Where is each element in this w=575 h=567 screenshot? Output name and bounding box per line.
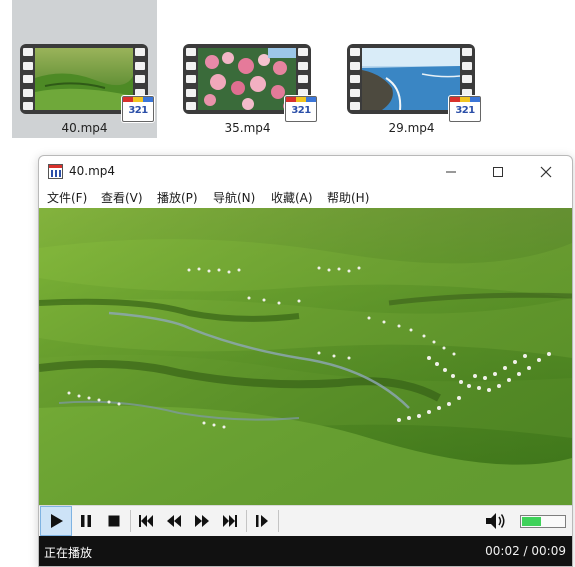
menu-favorites[interactable]: 收藏(A): [271, 189, 313, 206]
file-item-29[interactable]: 321 29.mp4: [339, 0, 484, 138]
video-thumbnail: 321: [347, 44, 481, 122]
pause-button[interactable]: [73, 507, 99, 535]
frame-step-button[interactable]: [249, 507, 275, 535]
close-icon[interactable]: [523, 156, 569, 188]
playback-status: 正在播放: [44, 546, 93, 560]
fast-forward-button[interactable]: [189, 507, 215, 535]
player-badge-icon: 321: [285, 96, 317, 122]
menu-view[interactable]: 查看(V): [101, 189, 143, 206]
player-window: 40.mp4 文件(F) 查看(V) 播放(P) 导航(N) 收藏(A) 帮助(…: [38, 155, 573, 567]
minimize-icon[interactable]: [428, 156, 474, 188]
volume-slider[interactable]: [520, 515, 566, 528]
menu-file[interactable]: 文件(F): [47, 189, 87, 206]
rewind-button[interactable]: [161, 507, 187, 535]
file-item-40[interactable]: 321 40.mp4: [12, 0, 157, 138]
status-bar: 正在播放 00:02 / 00:09: [39, 536, 572, 566]
playback-toolbar: [39, 505, 572, 537]
toolbar-divider: [246, 510, 247, 532]
video-frame[interactable]: [39, 208, 572, 505]
volume-level: [522, 517, 541, 526]
app-icon: [48, 164, 63, 179]
time-display: 00:02 / 00:09: [485, 544, 566, 558]
menu-bar: 文件(F) 查看(V) 播放(P) 导航(N) 收藏(A) 帮助(H): [39, 186, 572, 208]
menu-navigate[interactable]: 导航(N): [213, 189, 255, 206]
speaker-icon[interactable]: [485, 511, 507, 531]
menu-play[interactable]: 播放(P): [157, 189, 198, 206]
toolbar-divider: [130, 510, 131, 532]
file-item-35[interactable]: 321 35.mp4: [175, 0, 320, 138]
play-button[interactable]: [40, 506, 72, 536]
file-name: 35.mp4: [224, 121, 271, 135]
maximize-icon[interactable]: [475, 156, 521, 188]
video-thumbnail: 321: [183, 44, 317, 122]
title-bar[interactable]: 40.mp4: [39, 156, 572, 188]
menu-help[interactable]: 帮助(H): [327, 189, 369, 206]
window-title: 40.mp4: [69, 164, 116, 178]
previous-button[interactable]: [133, 507, 159, 535]
file-name: 40.mp4: [61, 121, 108, 135]
video-thumbnail: 321: [20, 44, 154, 122]
stop-button[interactable]: [101, 507, 127, 535]
file-name: 29.mp4: [388, 121, 435, 135]
toolbar-divider: [278, 510, 279, 532]
player-badge-icon: 321: [122, 96, 154, 122]
player-badge-icon: 321: [449, 96, 481, 122]
next-button[interactable]: [217, 507, 243, 535]
